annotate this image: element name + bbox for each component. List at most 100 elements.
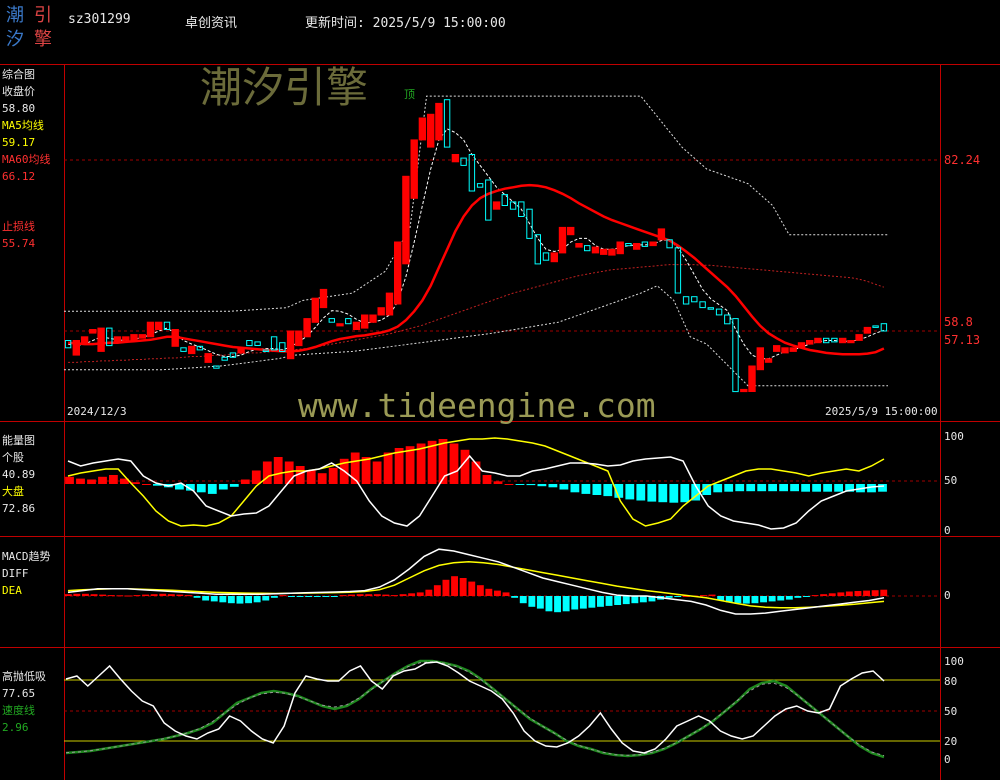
energy-bar [98,476,107,484]
candle [80,336,89,345]
candle [443,99,451,148]
energy-bar [658,484,668,503]
macd-bar [185,595,192,597]
candle [674,247,682,294]
candle [485,179,492,221]
macd-bar [614,596,622,605]
ma60-value: 66.12 [2,170,36,183]
highlow-tick-80: 80 [944,675,958,688]
candle [146,321,155,338]
ma5-line [68,128,885,360]
candle [641,241,649,247]
macd-bar [236,596,244,604]
candle [699,301,706,309]
candle [724,314,731,325]
candle [254,341,261,346]
candle [303,318,311,338]
candle [863,326,872,334]
candle [682,296,690,305]
macd-bar [768,596,776,602]
energy-bar [713,484,723,493]
candle [188,345,196,355]
macd-bar [124,595,132,597]
energy-bar [251,470,261,484]
macd-bar [468,581,476,596]
macd-bar [373,594,381,596]
candle [476,183,484,188]
macd-bar [210,596,218,602]
macd-bar [451,576,458,596]
price-tick-82-24: 82.24 [944,153,981,167]
macd-bar [597,596,604,607]
energy-bar [306,470,316,484]
macd-bar [339,595,347,597]
energy-bar [504,484,514,485]
candle [311,297,320,323]
candle [361,314,369,329]
macd-bar [708,594,716,596]
candle [113,336,122,343]
ma5-value: 59.17 [2,136,36,149]
candle [246,340,253,347]
energy-bar [724,484,734,492]
candle [492,201,501,210]
speed-value: 2.96 [2,721,29,734]
highlow-tick-0: 0 [944,753,951,766]
macd-bar [313,596,321,597]
macd-bar [485,588,493,596]
main-legend: 综合图 收盘价 58.80 MA5均线 59.17 MA60均线 66.12 [2,66,51,185]
url-watermark: www.tideengine.com [298,386,656,425]
candle [633,243,641,250]
candle [213,365,220,369]
date-start: 2024/12/3 [67,405,127,418]
ma5-label: MA5均线 [2,119,44,132]
energy-bar [647,484,657,502]
macd-bar [519,596,527,604]
macd-bar [880,589,888,596]
candle [600,248,608,255]
candle [839,337,847,344]
candle [171,329,179,347]
energy-bar [482,475,492,484]
macd-bar [245,596,252,604]
macd-bar [502,592,510,596]
energy-stock-label: 个股 [2,451,24,464]
macd-bar [382,594,390,596]
candle [180,347,187,352]
candle [460,157,467,166]
macd-tick-0: 0 [944,589,951,602]
candle [385,292,394,316]
macd-bar [90,594,98,596]
macd-bar [433,585,441,596]
lower-band-line [64,285,888,387]
candle [756,347,764,371]
macd-bar [494,590,501,596]
macd-bar [227,596,235,604]
chart-canvas: 潮汐引擎 www.tideengine.com 顶 [0,63,1000,780]
candle [740,388,748,393]
candle [781,347,789,354]
macd-bar [734,596,742,604]
macd-bar [176,594,184,596]
candle [418,117,427,141]
energy-bar [493,481,503,484]
energy-bar [471,461,481,484]
macd-bar [511,596,519,598]
date-end: 2025/5/9 15:00:00 [825,405,938,418]
macd-bar [399,594,407,596]
energy-stock-value: 40.89 [2,468,36,481]
macd-bar [803,596,810,597]
macd-bar [425,589,433,596]
energy-market-value: 72.86 [2,502,36,515]
macd-bar [305,596,313,597]
macd-bar [871,590,879,596]
macd-bar [571,596,579,610]
macd-bar [528,596,536,607]
top-marker: 顶 [404,88,415,101]
energy-bar [328,467,338,484]
candle [319,288,328,309]
stop-legend: 止损线 55.74 [2,218,35,252]
energy-bar [636,484,646,501]
energy-bar [526,484,536,486]
candle [814,337,822,344]
